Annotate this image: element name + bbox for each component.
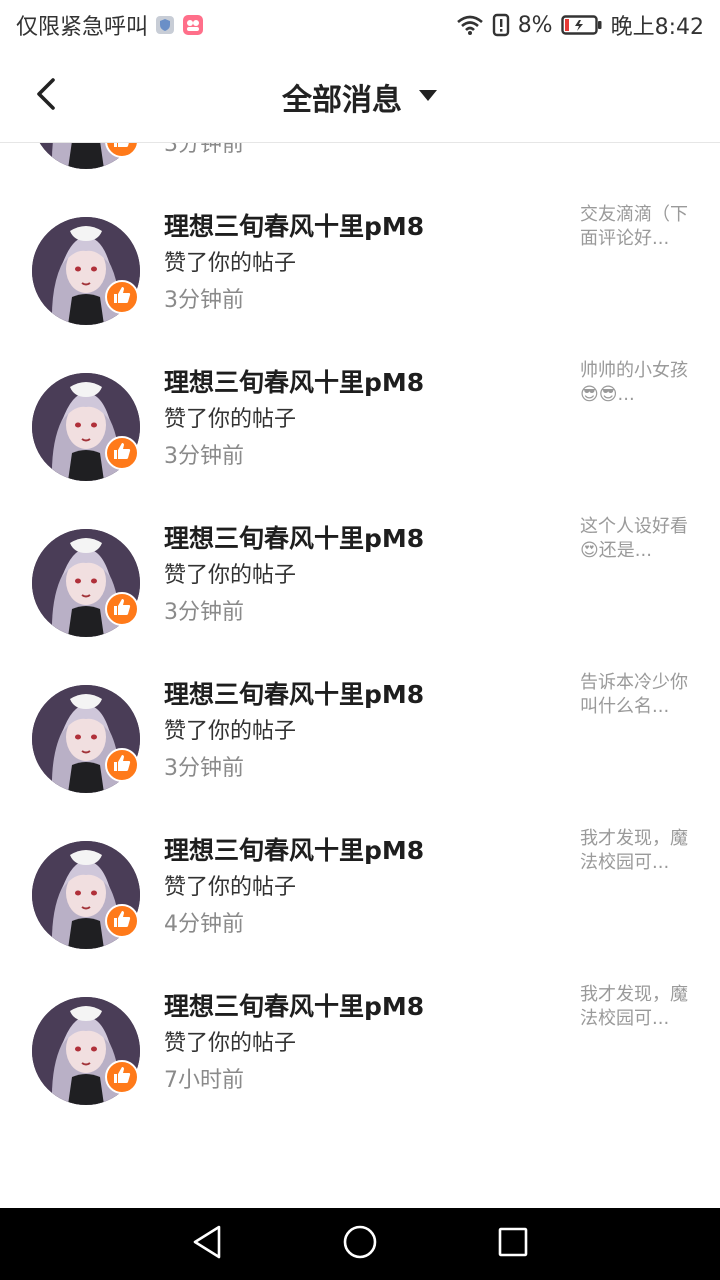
user-name[interactable]: 理想三旬春风十里pM8: [164, 831, 424, 867]
timestamp: 3分钟前: [164, 600, 244, 625]
nav-back-button[interactable]: [177, 1214, 237, 1274]
triangle-back-icon: [190, 1224, 224, 1264]
like-badge: [105, 904, 139, 938]
user-name[interactable]: 理想三旬春风十里pM8: [164, 363, 424, 399]
square-recents-icon: [497, 1226, 529, 1262]
timestamp: 3分钟前: [164, 288, 244, 313]
carrier-text: 仅限紧急呼叫: [16, 15, 149, 40]
nav-home-button[interactable]: [330, 1214, 390, 1274]
battery-charging-icon: [560, 14, 603, 36]
user-name[interactable]: 理想三旬春风十里pM8: [164, 519, 424, 555]
action-text: 赞了你的帖子: [164, 875, 297, 900]
user-name[interactable]: 理想三旬春风十里pM8: [164, 675, 424, 711]
header-bar: 全部消息: [0, 50, 720, 143]
status-bar: 仅限紧急呼叫 8% 晚上8:42: [0, 0, 720, 50]
user-name[interactable]: 理想三旬春风十里pM8: [164, 207, 424, 243]
post-preview[interactable]: 这个人设好看😍还是...: [580, 515, 690, 563]
post-preview[interactable]: 帅帅的小女孩😎😎...: [580, 359, 690, 407]
action-text: 赞了你的帖子: [164, 719, 297, 744]
battery-percent: 8%: [517, 12, 553, 38]
notification-item[interactable]: 理想三旬春风十里pM8赞了你的帖子3分钟前今天来感谢这三位宝(...: [0, 143, 720, 185]
notification-item[interactable]: 理想三旬春风十里pM8 赞了你的帖子 4分钟前 我才发现，魔法校园可...: [0, 809, 720, 965]
alert-icon: [492, 13, 510, 37]
thumbs-up-icon: [112, 441, 132, 465]
status-left: 仅限紧急呼叫: [16, 9, 204, 41]
thumbs-up-icon: [112, 597, 132, 621]
timestamp: 4分钟前: [164, 912, 244, 937]
post-preview[interactable]: 交友滴滴（下面评论好...: [580, 203, 690, 251]
caret-down-icon: [418, 87, 438, 106]
user-name[interactable]: 理想三旬春风十里pM8: [164, 987, 424, 1023]
thumbs-up-icon: [112, 909, 132, 933]
post-preview[interactable]: 告诉本冷少你叫什么名...: [580, 671, 690, 719]
notification-item[interactable]: 理想三旬春风十里pM8 赞了你的帖子 3分钟前 帅帅的小女孩😎😎...: [0, 341, 720, 497]
thumbs-up-icon: [112, 753, 132, 777]
like-badge: [105, 436, 139, 470]
thumbs-up-icon: [112, 285, 132, 309]
nav-recents-button[interactable]: [483, 1214, 543, 1274]
status-right: 8% 晚上8:42: [456, 9, 704, 41]
shield-icon: [154, 14, 176, 36]
like-badge: [105, 592, 139, 626]
system-navigation-bar: [0, 1208, 720, 1280]
timestamp: 3分钟前: [164, 143, 244, 157]
notification-item[interactable]: 理想三旬春风十里pM8 赞了你的帖子 3分钟前 这个人设好看😍还是...: [0, 497, 720, 653]
notification-list-content: 理想三旬春风十里pM8赞了你的帖子3分钟前今天来感谢这三位宝(...理想三旬春风…: [0, 143, 720, 1121]
clock-time: 晚上8:42: [610, 15, 704, 40]
thumbs-up-icon: [112, 143, 132, 153]
like-badge: [105, 748, 139, 782]
timestamp: 7小时前: [164, 1068, 244, 1093]
timestamp: 3分钟前: [164, 756, 244, 781]
circle-home-icon: [342, 1224, 378, 1264]
app-notification-icon: [182, 14, 204, 36]
notification-item[interactable]: 理想三旬春风十里pM8 赞了你的帖子 7小时前 我才发现，魔法校园可...: [0, 965, 720, 1121]
wifi-icon: [456, 14, 484, 36]
thumbs-up-icon: [112, 1065, 132, 1089]
action-text: 赞了你的帖子: [164, 1031, 297, 1056]
notification-item[interactable]: 理想三旬春风十里pM8 赞了你的帖子 3分钟前 告诉本冷少你叫什么名...: [0, 653, 720, 809]
notification-list[interactable]: 理想三旬春风十里pM8赞了你的帖子3分钟前今天来感谢这三位宝(...理想三旬春风…: [0, 143, 720, 1208]
like-badge: [105, 1060, 139, 1094]
like-badge: [105, 280, 139, 314]
action-text: 赞了你的帖子: [164, 407, 297, 432]
timestamp: 3分钟前: [164, 444, 244, 469]
post-preview[interactable]: 我才发现，魔法校园可...: [580, 827, 690, 875]
post-preview[interactable]: 我才发现，魔法校园可...: [580, 983, 690, 1031]
action-text: 赞了你的帖子: [164, 563, 297, 588]
action-text: 赞了你的帖子: [164, 251, 297, 276]
notification-item[interactable]: 理想三旬春风十里pM8 赞了你的帖子 3分钟前 交友滴滴（下面评论好...: [0, 185, 720, 341]
page-title: 全部消息: [282, 82, 402, 118]
title-dropdown[interactable]: 全部消息: [0, 50, 720, 143]
